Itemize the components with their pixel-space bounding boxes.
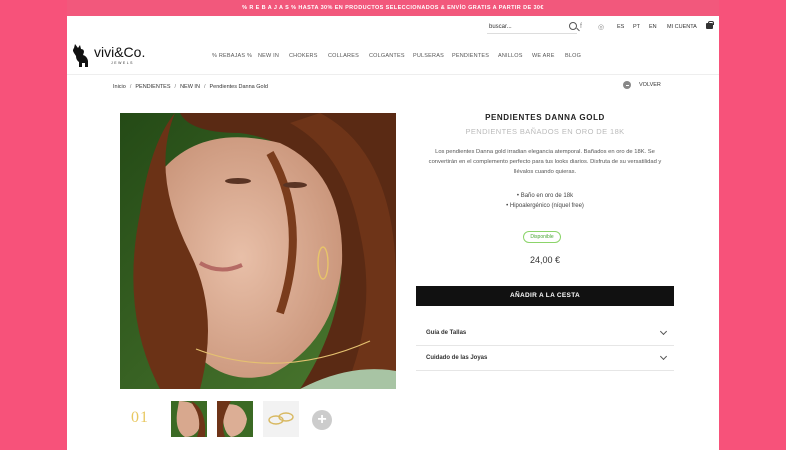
breadcrumb-separator: / [129,84,132,90]
nav-blog[interactable]: BLOG [565,53,581,59]
cart-icon[interactable] [706,20,714,29]
thumbnail-image-2[interactable] [217,401,253,437]
search-input[interactable]: buscar... [487,20,577,34]
stock-badge: Disponible [523,231,561,243]
breadcrumb-item[interactable]: NEW IN [180,84,200,90]
product-main-image[interactable] [120,113,396,389]
breadcrumb-current: Pendientes Danna Gold [209,84,268,90]
product-price: 24,00 € [529,255,561,265]
nav-chokers[interactable]: CHOKERS [289,53,318,59]
back-arrow-icon[interactable] [623,81,631,89]
nav-anillos[interactable]: ANILLOS [498,53,523,59]
promo-banner[interactable]: % R E B A J A S % HASTA 30% EN PRODUCTOS… [67,0,719,16]
breadcrumb-separator: / [203,84,206,90]
account-link[interactable]: MI CUENTA [667,24,697,30]
accordion-label[interactable]: Cuidado de las Joyas [426,355,487,361]
nav-pendientes[interactable]: PENDIENTES [452,53,489,59]
nav-pulseras[interactable]: PULSERAS [413,53,444,59]
breadcrumb-item[interactable]: PENDIENTES [135,84,170,90]
nav-colgantes[interactable]: COLGANTES [369,53,405,59]
accordion-jewelry-care[interactable]: Cuidado de las Joyas [416,346,674,371]
top-utility-bar: buscar... f ◎ ES PT EN MI CUENTA [67,16,719,38]
facebook-icon[interactable]: f [580,23,582,30]
more-images-button[interactable]: + [312,410,332,430]
breadcrumb: Inicio / PENDIENTES / NEW IN / Pendientes Dann… [113,84,268,90]
page-container: % R E B A J A S % HASTA 30% EN PRODUCTOS… [67,0,719,450]
chevron-down-icon[interactable] [659,352,668,361]
nav-collares[interactable]: COLLARES [328,53,359,59]
search-placeholder: buscar... [489,24,512,30]
add-to-cart-button[interactable]: AÑADIR A LA CESTA [416,286,674,306]
nav-rebajas[interactable]: % REBAJAS % [212,53,252,59]
nav-new-in[interactable]: NEW IN [258,53,279,59]
thumbnail-logo[interactable]: 01 [131,409,149,427]
lang-en[interactable]: EN [649,24,657,30]
nav-we-are[interactable]: WE ARE [532,53,555,59]
brand-tagline: JEWELS [111,61,135,65]
product-features: Baño en oro de 18k Hipoalergénico (níque… [416,191,674,211]
breadcrumb-item[interactable]: Inicio [113,84,126,90]
lang-pt[interactable]: PT [633,24,640,30]
main-navigation: vivi&Co. JEWELS % REBAJAS % NEW IN CHOKE… [67,38,719,75]
instagram-icon[interactable]: ◎ [598,23,604,31]
feature-item: Baño en oro de 18k [416,191,674,201]
feature-item: Hipoalergénico (níquel free) [416,201,674,211]
search-icon[interactable] [569,22,577,30]
breadcrumb-separator: / [174,84,177,90]
brand-logo[interactable]: vivi&Co. [94,44,145,60]
accordion-label[interactable]: Guía de Tallas [426,330,466,336]
product-title: PENDIENTES DANNA GOLD [485,113,605,122]
product-subtitle: PENDIENTES BAÑADOS EN ORO DE 18K [465,127,625,136]
back-link[interactable]: VOLVER [623,81,661,89]
product-description: Los pendientes Danna gold irradian elega… [428,149,662,175]
thumbnail-image-3[interactable] [263,401,299,437]
back-label[interactable]: VOLVER [639,82,661,88]
dog-logo-icon[interactable] [71,42,91,68]
chevron-down-icon[interactable] [659,327,668,336]
accordion-size-guide[interactable]: Guía de Tallas [416,321,674,346]
thumbnail-image-1[interactable] [171,401,207,437]
lang-es[interactable]: ES [617,24,624,30]
